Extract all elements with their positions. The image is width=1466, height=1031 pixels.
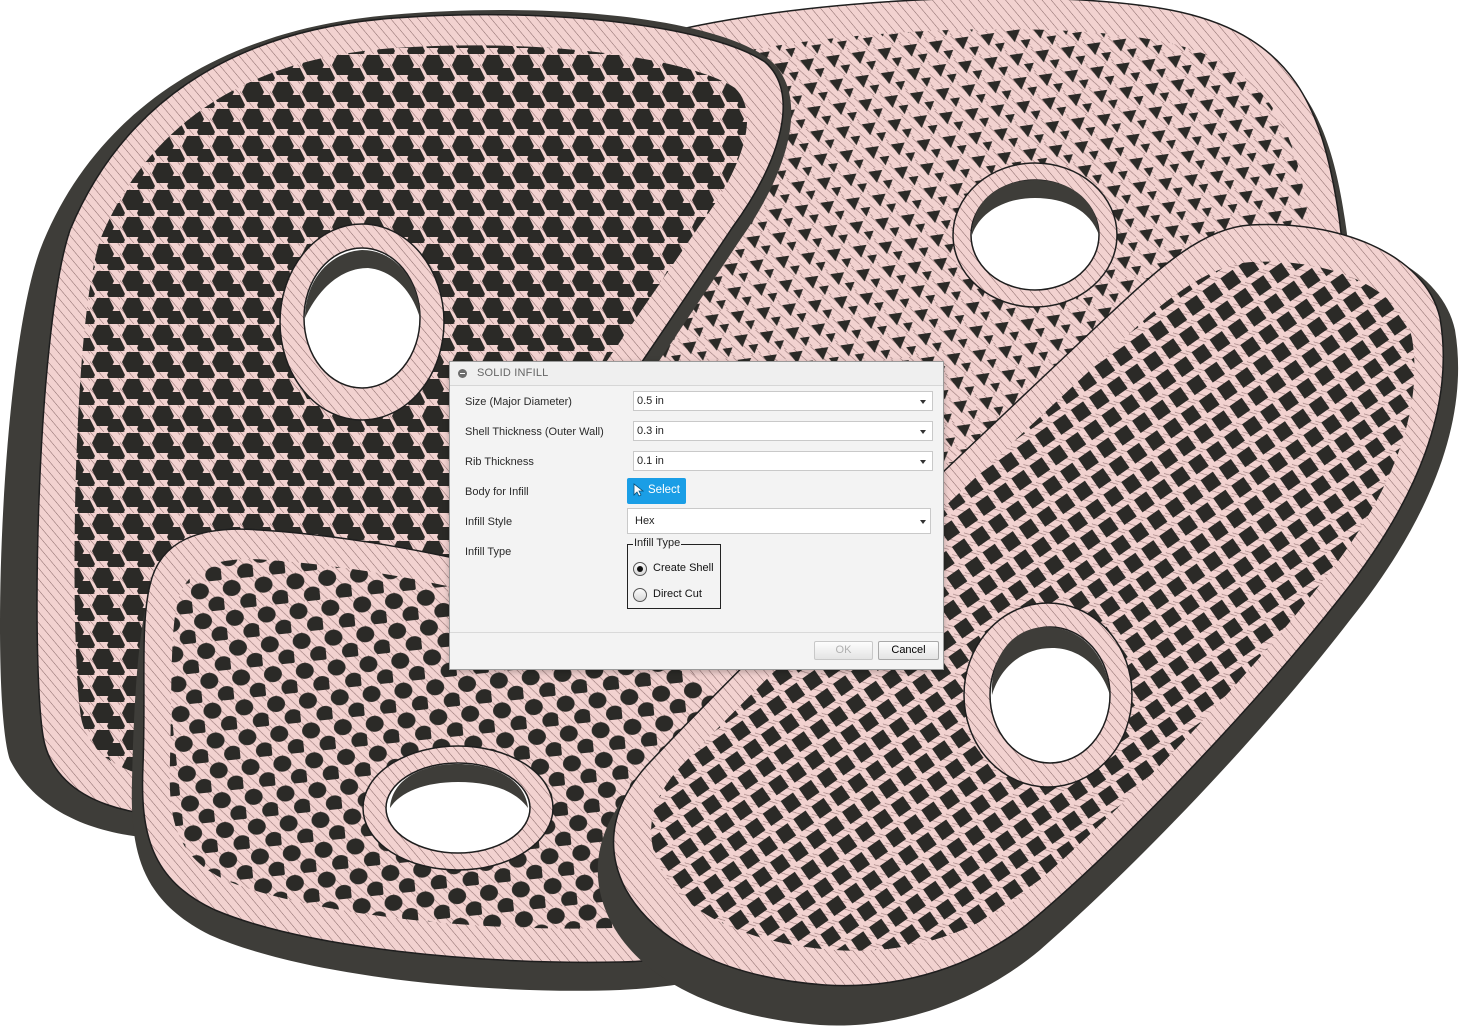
size-input[interactable]: 0.5 in bbox=[633, 391, 933, 411]
create-shell-radio[interactable] bbox=[633, 562, 647, 576]
size-value: 0.5 in bbox=[637, 395, 664, 407]
dialog-header: SOLID INFILL bbox=[450, 362, 943, 386]
footer-divider bbox=[450, 632, 943, 633]
shell-thickness-value: 0.3 in bbox=[637, 425, 664, 437]
rib-thickness-label: Rib Thickness bbox=[465, 456, 534, 468]
size-label: Size (Major Diameter) bbox=[465, 396, 572, 408]
select-button-label: Select bbox=[648, 484, 680, 496]
cancel-button[interactable]: Cancel bbox=[878, 641, 939, 660]
infill-type-group-title: Infill Type bbox=[633, 537, 682, 549]
chevron-down-icon[interactable] bbox=[920, 430, 926, 434]
chevron-down-icon[interactable] bbox=[920, 520, 926, 524]
shell-thickness-label: Shell Thickness (Outer Wall) bbox=[465, 426, 604, 438]
shell-thickness-input[interactable]: 0.3 in bbox=[633, 421, 933, 441]
cursor-arrow-icon bbox=[633, 483, 644, 497]
infill-style-label: Infill Style bbox=[465, 516, 513, 528]
dialog-title: SOLID INFILL bbox=[477, 367, 549, 379]
infill-type-label: Infill Type bbox=[465, 546, 512, 558]
collapse-icon[interactable] bbox=[458, 369, 467, 378]
direct-cut-radio[interactable] bbox=[633, 588, 647, 602]
rib-thickness-input[interactable]: 0.1 in bbox=[633, 451, 933, 471]
infill-type-group: Infill Type Create Shell Direct Cut bbox=[627, 537, 721, 609]
direct-cut-label[interactable]: Direct Cut bbox=[653, 588, 702, 600]
infill-style-select[interactable]: Hex bbox=[627, 508, 931, 534]
rib-thickness-value: 0.1 in bbox=[637, 455, 664, 467]
select-body-button[interactable]: Select bbox=[627, 478, 686, 504]
create-shell-label[interactable]: Create Shell bbox=[653, 562, 714, 574]
infill-style-value: Hex bbox=[635, 515, 655, 527]
chevron-down-icon[interactable] bbox=[920, 460, 926, 464]
solid-infill-dialog: SOLID INFILL Size (Major Diameter) 0.5 i… bbox=[449, 361, 944, 670]
body-for-infill-label: Body for Infill bbox=[465, 486, 529, 498]
chevron-down-icon[interactable] bbox=[920, 400, 926, 404]
ok-button[interactable]: OK bbox=[814, 641, 873, 660]
